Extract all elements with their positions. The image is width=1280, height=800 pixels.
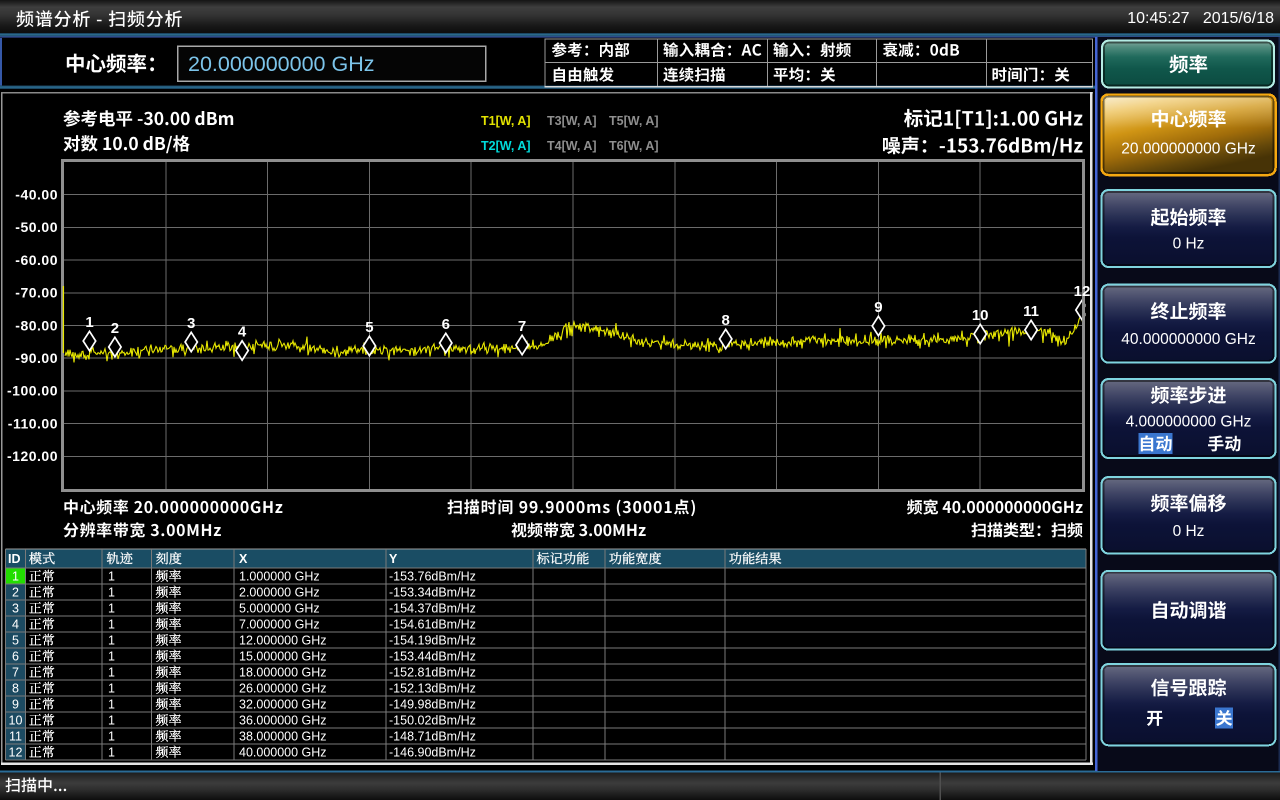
svg-text:7: 7 bbox=[518, 318, 526, 335]
svg-text:1: 1 bbox=[108, 633, 115, 647]
svg-text:4: 4 bbox=[238, 324, 247, 341]
svg-text:2: 2 bbox=[111, 320, 119, 337]
svg-text:38.000000 GHz: 38.000000 GHz bbox=[239, 729, 327, 743]
svg-text:1: 1 bbox=[108, 745, 115, 759]
svg-text:-154.37dBm/Hz: -154.37dBm/Hz bbox=[389, 601, 476, 615]
svg-text:-60.00: -60.00 bbox=[15, 252, 58, 268]
svg-text:1: 1 bbox=[108, 729, 115, 743]
svg-text:0 Hz: 0 Hz bbox=[1173, 236, 1205, 253]
svg-text:40.000000 GHz: 40.000000 GHz bbox=[239, 745, 327, 759]
svg-text:1: 1 bbox=[108, 585, 115, 599]
svg-text:-70.00: -70.00 bbox=[15, 285, 58, 301]
svg-text:T3[W, A]: T3[W, A] bbox=[547, 114, 597, 128]
svg-text:-40.00: -40.00 bbox=[15, 187, 58, 203]
svg-text:40.000000000 GHz: 40.000000000 GHz bbox=[1121, 331, 1255, 348]
svg-text:36.000000 GHz: 36.000000 GHz bbox=[239, 713, 327, 727]
svg-text:-152.13dBm/Hz: -152.13dBm/Hz bbox=[389, 681, 476, 695]
svg-text:1: 1 bbox=[12, 569, 19, 583]
svg-text:-153.34dBm/Hz: -153.34dBm/Hz bbox=[389, 585, 476, 599]
svg-text:9: 9 bbox=[12, 697, 19, 711]
svg-text:T2[W, A]: T2[W, A] bbox=[481, 139, 531, 153]
svg-text:ID: ID bbox=[8, 552, 21, 566]
svg-text:-150.02dBm/Hz: -150.02dBm/Hz bbox=[389, 713, 476, 727]
svg-text:6: 6 bbox=[12, 649, 19, 663]
svg-text:11: 11 bbox=[9, 729, 22, 743]
svg-text:12: 12 bbox=[9, 745, 23, 759]
svg-text:1: 1 bbox=[108, 665, 115, 679]
svg-text:T4[W, A]: T4[W, A] bbox=[547, 139, 597, 153]
svg-text:-153.76dBm/Hz: -153.76dBm/Hz bbox=[389, 569, 476, 583]
svg-text:8: 8 bbox=[722, 312, 730, 329]
svg-text:1: 1 bbox=[108, 681, 115, 695]
svg-text:1: 1 bbox=[108, 697, 115, 711]
svg-text:4: 4 bbox=[12, 617, 19, 631]
svg-text:10:45:27 2015/6/18: 10:45:27 2015/6/18 bbox=[1127, 10, 1274, 27]
svg-text:-110.00: -110.00 bbox=[8, 415, 58, 431]
svg-text:20.000000000 GHz: 20.000000000 GHz bbox=[188, 52, 374, 76]
svg-text:-146.90dBm/Hz: -146.90dBm/Hz bbox=[389, 745, 476, 759]
svg-text:2: 2 bbox=[12, 585, 19, 599]
svg-text:-154.61dBm/Hz: -154.61dBm/Hz bbox=[389, 617, 476, 631]
svg-text:11: 11 bbox=[1023, 303, 1039, 320]
svg-text:-152.81dBm/Hz: -152.81dBm/Hz bbox=[389, 665, 476, 679]
svg-text:0 Hz: 0 Hz bbox=[1173, 523, 1205, 540]
svg-text:1: 1 bbox=[108, 569, 115, 583]
svg-text:1: 1 bbox=[85, 314, 93, 331]
svg-text:-154.19dBm/Hz: -154.19dBm/Hz bbox=[389, 633, 476, 647]
svg-text:9: 9 bbox=[874, 299, 882, 316]
svg-text:5: 5 bbox=[365, 319, 373, 336]
svg-text:-50.00: -50.00 bbox=[15, 219, 58, 235]
svg-text:-149.98dBm/Hz: -149.98dBm/Hz bbox=[389, 697, 476, 711]
svg-text:X: X bbox=[239, 552, 248, 566]
svg-text:10: 10 bbox=[972, 307, 989, 324]
svg-text:5.000000 GHz: 5.000000 GHz bbox=[239, 601, 320, 615]
svg-text:T5[W, A]: T5[W, A] bbox=[609, 114, 659, 128]
svg-text:T1[W, A]: T1[W, A] bbox=[481, 114, 531, 128]
svg-text:12: 12 bbox=[1074, 283, 1091, 300]
svg-text:26.000000 GHz: 26.000000 GHz bbox=[239, 681, 327, 695]
svg-text:3: 3 bbox=[187, 315, 195, 332]
svg-text:1: 1 bbox=[108, 617, 115, 631]
svg-text:18.000000 GHz: 18.000000 GHz bbox=[239, 665, 327, 679]
svg-text:1: 1 bbox=[108, 601, 115, 615]
svg-text:1: 1 bbox=[108, 649, 115, 663]
svg-text:-100.00: -100.00 bbox=[7, 383, 58, 399]
svg-text:7: 7 bbox=[12, 665, 19, 679]
svg-text:5: 5 bbox=[12, 633, 19, 647]
svg-text:3: 3 bbox=[12, 601, 19, 615]
svg-text:15.000000 GHz: 15.000000 GHz bbox=[239, 649, 327, 663]
svg-text:-148.71dBm/Hz: -148.71dBm/Hz bbox=[389, 729, 476, 743]
svg-text:10: 10 bbox=[9, 713, 23, 727]
svg-text:T6[W, A]: T6[W, A] bbox=[609, 139, 659, 153]
svg-text:7.000000 GHz: 7.000000 GHz bbox=[239, 617, 320, 631]
svg-text:-80.00: -80.00 bbox=[15, 317, 58, 333]
svg-text:20.000000000 GHz: 20.000000000 GHz bbox=[1121, 141, 1255, 158]
svg-text:1.000000 GHz: 1.000000 GHz bbox=[239, 569, 320, 583]
svg-text:4.000000000 GHz: 4.000000000 GHz bbox=[1126, 413, 1252, 430]
svg-text:6: 6 bbox=[442, 316, 450, 333]
svg-text:1: 1 bbox=[108, 713, 115, 727]
svg-text:2.000000 GHz: 2.000000 GHz bbox=[239, 585, 320, 599]
svg-text:12.000000 GHz: 12.000000 GHz bbox=[239, 633, 327, 647]
svg-text:-90.00: -90.00 bbox=[15, 350, 58, 366]
svg-text:8: 8 bbox=[12, 681, 19, 695]
svg-text:-153.44dBm/Hz: -153.44dBm/Hz bbox=[389, 649, 476, 663]
svg-text:Y: Y bbox=[389, 552, 398, 566]
svg-text:32.000000 GHz: 32.000000 GHz bbox=[239, 697, 327, 711]
svg-text:-120.00: -120.00 bbox=[7, 448, 58, 464]
